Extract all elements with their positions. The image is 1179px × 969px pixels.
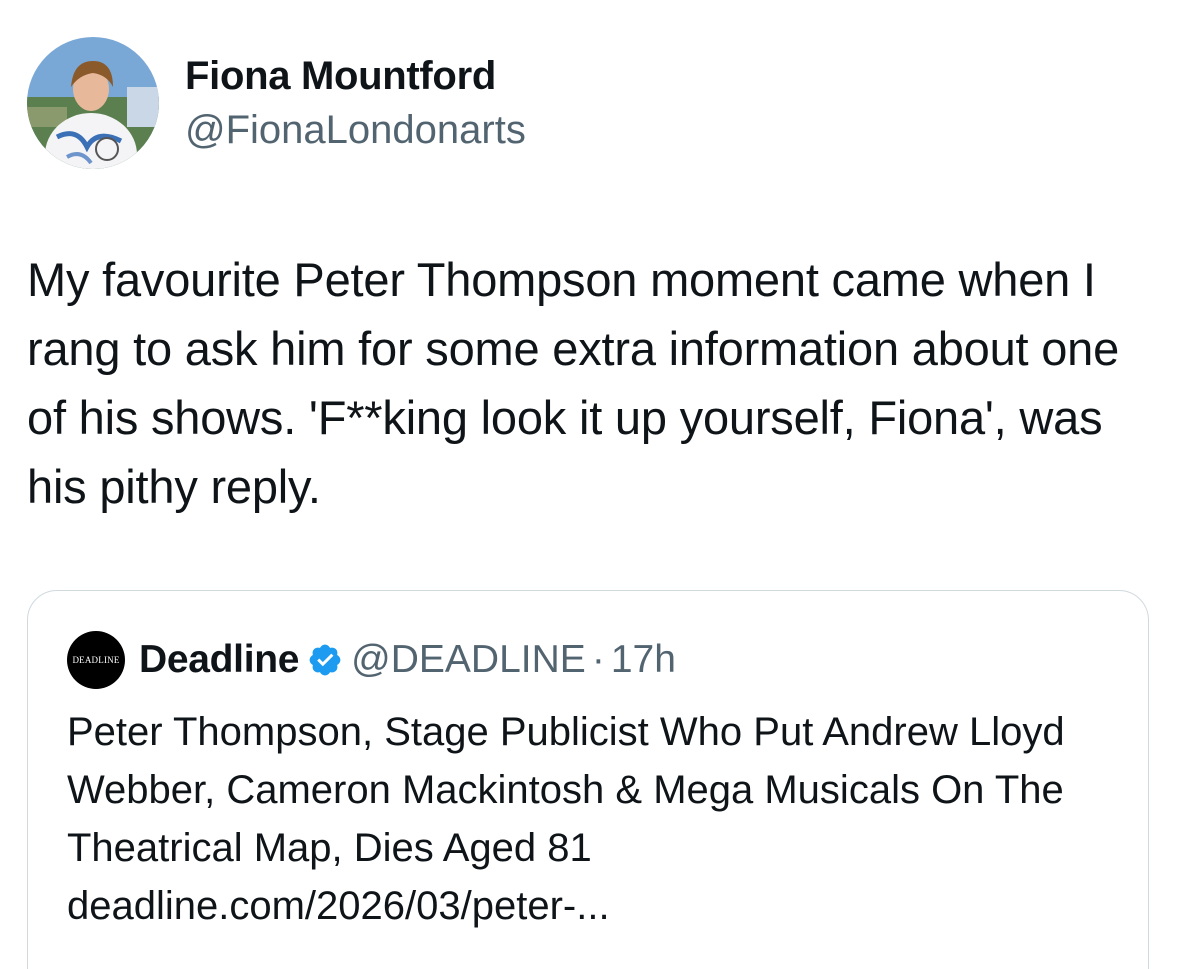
- quoted-tweet-text: Peter Thompson, Stage Publicist Who Put …: [67, 703, 1127, 935]
- deadline-logo-text: DEADLINE: [72, 655, 120, 665]
- verified-badge-icon: [307, 642, 343, 678]
- quoted-tweet-card[interactable]: DEADLINE Deadline @DEADLINE · 17h Peter …: [27, 590, 1149, 969]
- tweet-text: My favourite Peter Thompson moment came …: [27, 253, 1120, 513]
- author-avatar[interactable]: [27, 37, 159, 169]
- quoted-link[interactable]: deadline.com/2026/03/peter-...: [67, 877, 1127, 935]
- quoted-tweet-time[interactable]: 17h: [611, 638, 676, 682]
- author-name[interactable]: Fiona Mountford: [185, 52, 496, 100]
- author-handle[interactable]: @FionaLondonarts: [185, 106, 526, 154]
- quoted-headline: Peter Thompson, Stage Publicist Who Put …: [67, 710, 1065, 870]
- quoted-author-name[interactable]: Deadline: [139, 638, 299, 682]
- quoted-author-handle[interactable]: @DEADLINE: [351, 638, 586, 682]
- quoted-tweet-header: DEADLINE Deadline @DEADLINE · 17h: [67, 630, 676, 690]
- deadline-avatar[interactable]: DEADLINE: [67, 631, 125, 689]
- avatar-photo: [27, 37, 159, 169]
- dot-separator: ·: [591, 638, 605, 681]
